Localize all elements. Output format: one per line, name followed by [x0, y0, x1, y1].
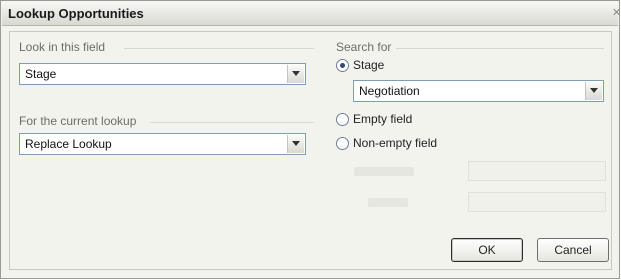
disabled-range-label	[354, 167, 414, 176]
disabled-range-from-field	[468, 161, 606, 181]
radio-empty-field-label: Empty field	[353, 112, 413, 126]
radio-selected-dot	[340, 63, 345, 68]
group-divider	[396, 48, 604, 49]
disabled-range-to-label	[368, 198, 408, 207]
radio-stage[interactable]: Stage	[336, 58, 416, 74]
search-for-label: Search for	[336, 40, 392, 54]
current-lookup-select[interactable]: Replace Lookup	[19, 133, 306, 155]
disabled-range-to-field	[468, 192, 606, 212]
stage-value-select[interactable]: Negotiation	[353, 80, 604, 102]
group-divider	[124, 48, 314, 49]
dialog-title: Lookup Opportunities	[8, 6, 144, 21]
radio-button[interactable]	[336, 113, 349, 126]
radio-stage-label: Stage	[353, 58, 385, 72]
dialog-content: Look in this field Stage For the current…	[9, 31, 612, 270]
radio-button[interactable]	[336, 59, 349, 72]
chevron-down-icon[interactable]	[585, 82, 602, 100]
chevron-down-icon[interactable]	[287, 135, 304, 153]
title-bar[interactable]: Lookup Opportunities ✕	[2, 2, 620, 26]
radio-button[interactable]	[336, 137, 349, 150]
radio-empty-field[interactable]: Empty field	[336, 112, 436, 128]
look-in-field-label: Look in this field	[19, 40, 106, 54]
look-in-field-value: Stage	[25, 67, 57, 81]
radio-non-empty-field-label: Non-empty field	[353, 136, 438, 150]
current-lookup-value: Replace Lookup	[25, 137, 112, 151]
look-in-field-select[interactable]: Stage	[19, 63, 306, 85]
chevron-down-icon[interactable]	[287, 65, 304, 83]
lookup-dialog: Lookup Opportunities ✕ Look in this fiel…	[0, 0, 620, 279]
radio-non-empty-field[interactable]: Non-empty field	[336, 136, 456, 152]
ok-button[interactable]: OK	[451, 238, 523, 262]
group-divider	[150, 122, 314, 123]
cancel-button[interactable]: Cancel	[537, 238, 609, 262]
close-icon[interactable]: ✕	[612, 6, 620, 20]
stage-value: Negotiation	[359, 84, 420, 98]
current-lookup-label: For the current lookup	[19, 114, 137, 128]
